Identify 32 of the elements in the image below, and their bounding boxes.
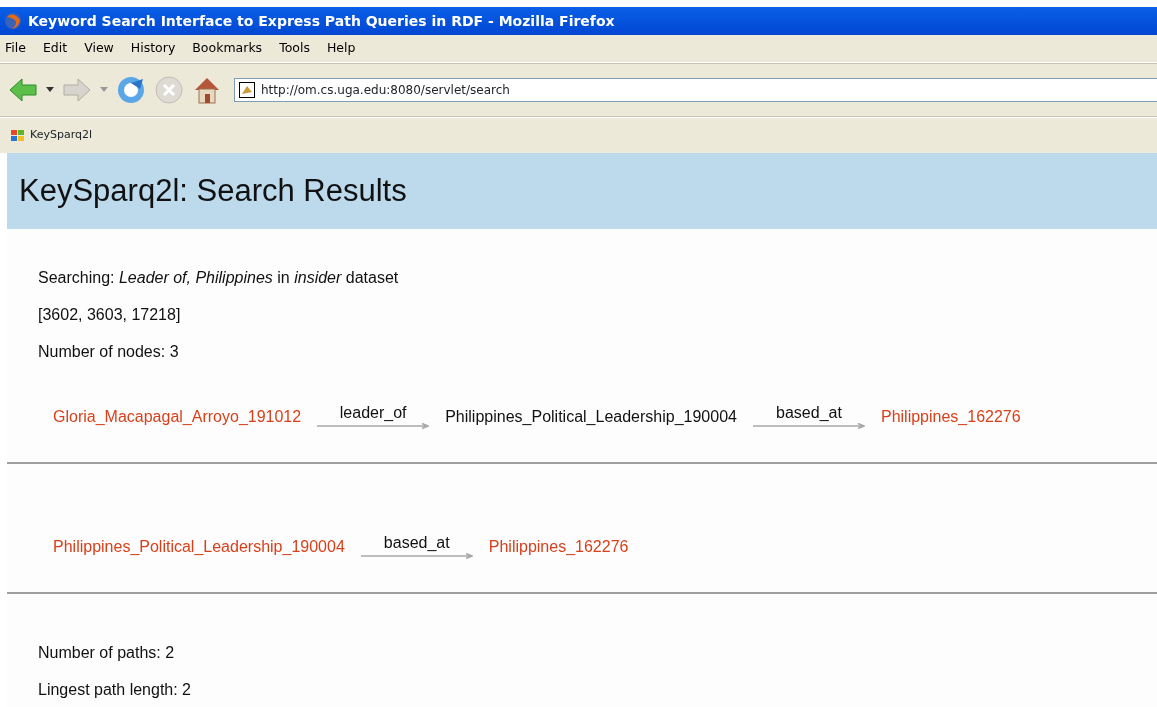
dropdown-icon[interactable] <box>46 87 54 93</box>
menu-item[interactable]: Help <box>326 39 356 58</box>
menu-item[interactable]: Bookmarks <box>192 39 263 58</box>
node-link[interactable]: Philippines_Political_Leadership_190004 <box>53 535 345 559</box>
edge-label: based_at <box>776 405 842 421</box>
site-icon <box>239 82 255 98</box>
node-link[interactable]: Philippines_162276 <box>880 405 1021 429</box>
node-count: Number of nodes: 3 <box>38 341 179 362</box>
address-field[interactable]: http://om.cs.uga.edu:8080/servlet/search <box>234 78 1157 102</box>
edge-label: based_at <box>383 535 450 551</box>
node-link[interactable]: Philippines_162276 <box>488 535 629 559</box>
forward-icon[interactable] <box>62 77 92 103</box>
search-summary: Searching: Leader of, Philippines in insider dataset <box>38 267 399 288</box>
bookmark-item[interactable]: KeySparq2l <box>10 127 92 144</box>
node-link[interactable]: Gloria_Macapagal_Arroyo_191012 <box>53 405 302 429</box>
menu-item[interactable]: Edit <box>42 39 68 58</box>
longest-path-length: Lingest path length: 2 <box>38 679 191 700</box>
edge-label: leader_of <box>339 405 407 421</box>
back-icon[interactable] <box>8 77 38 103</box>
menu-item[interactable]: View <box>84 39 114 58</box>
stop-icon[interactable] <box>154 75 184 105</box>
path-count: Number of paths: 2 <box>38 642 175 663</box>
node-ids: [3602, 3603, 17218] <box>38 304 181 325</box>
page-heading: KeySparq2l: Search Results <box>7 153 1157 229</box>
node-label: Philippines_Political_Leadership_190004 <box>445 407 737 427</box>
menu-item[interactable]: Tools <box>279 39 310 58</box>
menu-item[interactable]: History <box>130 39 176 58</box>
windows-logo-icon <box>10 128 26 143</box>
browser-icon <box>4 12 22 30</box>
window-title: Keyword Search Interface to Express Path Queries in RDF - Mozilla Firefox <box>28 11 615 31</box>
menu-item[interactable]: File <box>5 39 26 58</box>
reload-icon[interactable] <box>116 75 146 105</box>
